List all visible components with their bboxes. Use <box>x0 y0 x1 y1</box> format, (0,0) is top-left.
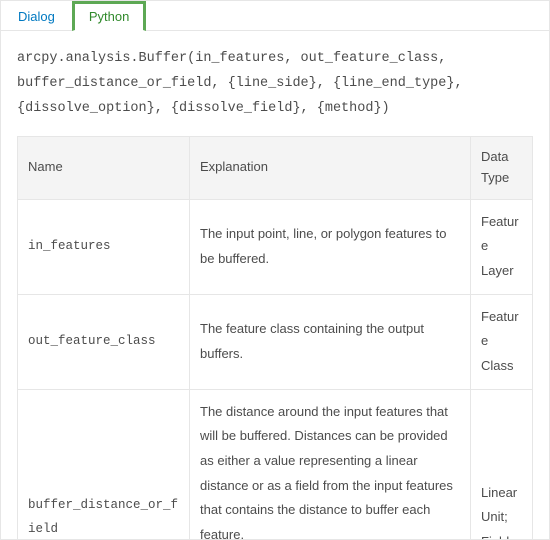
doc-panel: Dialog Python arcpy.analysis.Buffer(in_f… <box>0 0 550 540</box>
col-header-type: Data Type <box>471 136 533 199</box>
param-type: Feature Layer <box>471 199 533 294</box>
tab-python[interactable]: Python <box>72 1 146 31</box>
param-explanation: The feature class containing the output … <box>190 294 471 389</box>
syntax-signature: arcpy.analysis.Buffer(in_features, out_f… <box>17 47 533 122</box>
table-row: in_features The input point, line, or po… <box>18 199 533 294</box>
tab-bar: Dialog Python <box>1 1 549 31</box>
param-type: Feature Class <box>471 294 533 389</box>
param-explanation: The distance around the input features t… <box>190 389 471 540</box>
param-name: out_feature_class <box>18 294 190 389</box>
param-explanation-text: The distance around the input features t… <box>200 400 460 540</box>
tab-content: arcpy.analysis.Buffer(in_features, out_f… <box>1 31 549 540</box>
param-name: in_features <box>18 199 190 294</box>
table-header-row: Name Explanation Data Type <box>18 136 533 199</box>
tab-python-label: Python <box>89 9 129 24</box>
param-explanation: The input point, line, or polygon featur… <box>190 199 471 294</box>
tab-dialog-label: Dialog <box>18 9 55 24</box>
param-type: Linear Unit; Field <box>471 389 533 540</box>
table-row: out_feature_class The feature class cont… <box>18 294 533 389</box>
table-row: buffer_distance_or_field The distance ar… <box>18 389 533 540</box>
tab-dialog[interactable]: Dialog <box>1 1 72 30</box>
col-header-explanation: Explanation <box>190 136 471 199</box>
parameters-table: Name Explanation Data Type in_features T… <box>17 136 533 540</box>
param-name: buffer_distance_or_field <box>18 389 190 540</box>
param-explanation-text: The input point, line, or polygon featur… <box>200 222 460 271</box>
param-explanation-text: The feature class containing the output … <box>200 317 460 366</box>
col-header-name: Name <box>18 136 190 199</box>
